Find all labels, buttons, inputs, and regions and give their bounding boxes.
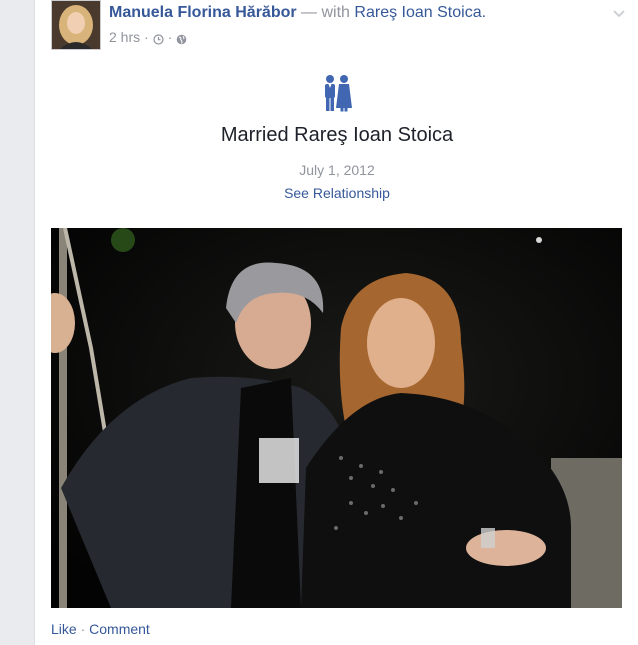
post-card: Manuela Florina Hărăbor — with Rareş Ioa… — [34, 0, 638, 645]
comment-button[interactable]: Comment — [89, 621, 150, 637]
meta-separator: · — [144, 29, 149, 45]
married-couple-icon — [321, 74, 353, 112]
author-name[interactable]: Manuela Florina Hărăbor — [109, 4, 297, 21]
tagged-person[interactable]: Rareş Ioan Stoica. — [354, 4, 486, 21]
post-actions: Like · Comment — [51, 621, 150, 637]
post-header: Manuela Florina Hărăbor — with Rareş Ioa… — [109, 4, 486, 22]
life-event-date: July 1, 2012 — [299, 162, 375, 178]
post-meta: 2 hrs · · — [109, 29, 187, 45]
globe-icon[interactable] — [176, 32, 187, 44]
action-separator: · — [80, 621, 86, 637]
with-prefix: — with — [301, 4, 350, 21]
life-event-title: Married Rareş Ioan Stoica — [220, 124, 454, 146]
clock-icon — [153, 32, 164, 45]
author-avatar[interactable] — [51, 0, 101, 50]
see-relationship-link[interactable]: See Relationship — [35, 185, 638, 201]
with-text: — with Rareş Ioan Stoica. — [301, 4, 486, 21]
post-photo[interactable] — [51, 228, 622, 608]
post-timestamp[interactable]: 2 hrs — [109, 29, 140, 45]
chevron-down-icon[interactable] — [613, 5, 625, 18]
meta-separator: · — [167, 29, 173, 45]
like-button[interactable]: Like — [51, 621, 77, 637]
